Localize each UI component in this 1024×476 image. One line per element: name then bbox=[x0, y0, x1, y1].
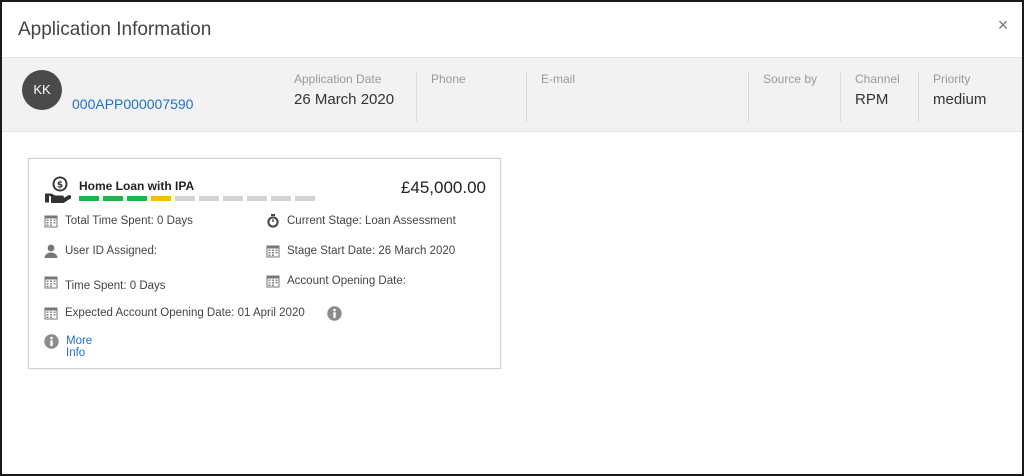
field-channel: Channel RPM bbox=[840, 72, 916, 122]
field-application-date: Application Date 26 March 2020 bbox=[280, 72, 415, 122]
expected-account-opening-date-text: Expected Account Opening Date: 01 April … bbox=[65, 307, 305, 319]
progress-segment-pending bbox=[175, 196, 195, 201]
field-priority: Priority medium bbox=[918, 72, 1014, 122]
info-icon[interactable] bbox=[327, 306, 342, 321]
field-label: Priority bbox=[933, 72, 971, 86]
application-id-link[interactable]: 000APP000007590 bbox=[72, 96, 193, 112]
stage-progress-bar bbox=[79, 196, 315, 201]
progress-segment-complete bbox=[103, 196, 123, 201]
dialog-title: Application Information bbox=[18, 19, 212, 40]
field-value: medium bbox=[933, 91, 987, 108]
application-header: KK 000APP000007590 Application Date 26 M… bbox=[2, 58, 1022, 132]
stage-start-date-text: Stage Start Date: 26 March 2020 bbox=[287, 245, 456, 257]
application-card[interactable]: $ Home Loan with IPA £45,000.00 Total Ti… bbox=[28, 158, 501, 369]
svg-text:$: $ bbox=[57, 180, 63, 190]
field-label: Source by bbox=[763, 72, 818, 86]
progress-segment-pending bbox=[295, 196, 315, 201]
current-stage-text: Current Stage: Loan Assessment bbox=[287, 215, 456, 227]
progress-segment-pending bbox=[247, 196, 267, 201]
field-label: Phone bbox=[431, 72, 466, 86]
dialog-titlebar: Application Information × bbox=[2, 2, 1022, 58]
calendar-icon bbox=[44, 276, 58, 289]
progress-segment-complete bbox=[79, 196, 99, 201]
progress-segment-complete bbox=[127, 196, 147, 201]
close-icon[interactable]: × bbox=[992, 14, 1014, 36]
field-label: Application Date bbox=[294, 72, 382, 86]
avatar: KK bbox=[22, 70, 62, 110]
loan-amount: £45,000.00 bbox=[400, 178, 486, 197]
expected-account-opening-date: Expected Account Opening Date: 01 April … bbox=[44, 306, 344, 324]
hand-money-icon: $ bbox=[45, 176, 71, 203]
field-value: RPM bbox=[855, 91, 889, 108]
product-name: Home Loan with IPA bbox=[79, 179, 195, 193]
application-information-dialog: Application Information × KK 000APP00000… bbox=[0, 0, 1024, 476]
user-id-assigned-text: User ID Assigned: bbox=[65, 245, 158, 257]
total-time-spent-text: Total Time Spent: 0 Days bbox=[65, 215, 193, 227]
calendar-icon bbox=[44, 307, 58, 320]
calendar-icon bbox=[44, 215, 58, 228]
info-icon bbox=[44, 334, 59, 349]
field-label: Channel bbox=[855, 72, 900, 86]
user-icon bbox=[44, 244, 58, 258]
field-phone: Phone bbox=[416, 72, 524, 122]
more-info-text[interactable]: More Info bbox=[66, 335, 92, 359]
time-spent-text: Time Spent: 0 Days bbox=[65, 280, 166, 292]
field-label: E-mail bbox=[541, 72, 576, 86]
field-value: 26 March 2020 bbox=[294, 91, 395, 108]
progress-segment-pending bbox=[271, 196, 291, 201]
field-source-by: Source by bbox=[748, 72, 838, 122]
stopwatch-icon bbox=[267, 214, 279, 228]
account-opening-date-text: Account Opening Date: bbox=[287, 275, 406, 287]
calendar-icon bbox=[266, 275, 280, 288]
progress-segment-current bbox=[151, 196, 171, 201]
field-email: E-mail bbox=[526, 72, 736, 122]
progress-segment-pending bbox=[199, 196, 219, 201]
progress-segment-pending bbox=[223, 196, 243, 201]
calendar-icon bbox=[266, 245, 280, 258]
